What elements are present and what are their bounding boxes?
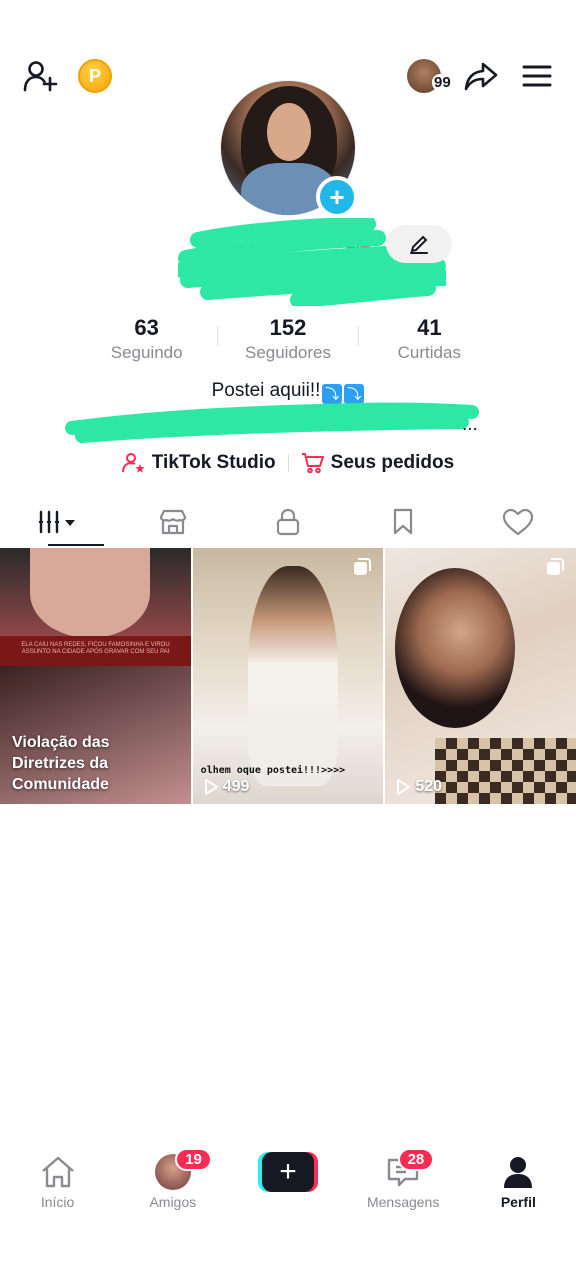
profile-stats: 63 Seguindo 152 Seguidores 41 Curtidas — [76, 314, 500, 368]
heart-icon — [503, 508, 534, 536]
nav-home[interactable]: Início — [0, 1140, 115, 1220]
create-button[interactable]: + — [258, 1152, 318, 1192]
lock-icon — [276, 508, 300, 536]
stat-following[interactable]: 63 Seguindo — [76, 314, 217, 368]
home-icon — [41, 1156, 74, 1188]
thumbnail-strip-text: ELA CAIU NAS REDES, FICOU FAMOSINHA E VI… — [0, 636, 191, 666]
active-tab-indicator — [48, 544, 104, 546]
following-count: 63 — [134, 315, 159, 340]
edit-profile-button[interactable] — [386, 225, 452, 263]
profile-links: TikTok Studio Seus pedidos — [0, 452, 576, 474]
bio-redaction — [65, 402, 479, 443]
tab-liked[interactable] — [461, 498, 576, 546]
plus-icon: + — [329, 182, 345, 212]
likes-label: Curtidas — [397, 343, 461, 362]
nav-inbox[interactable]: 28 Mensagens — [346, 1140, 461, 1220]
create-plus-icon: + — [262, 1152, 314, 1192]
inbox-badge: 28 — [397, 1148, 435, 1171]
coin-icon[interactable]: P — [78, 59, 112, 93]
nav-inbox-label: Mensagens — [366, 1194, 440, 1210]
view-count: 520 — [395, 778, 442, 796]
add-friend-icon[interactable] — [22, 58, 58, 94]
multi-photo-icon — [354, 558, 372, 575]
nav-home-label: Início — [40, 1194, 75, 1210]
stat-followers[interactable]: 152 Seguidores — [217, 314, 359, 368]
video-thumbnail[interactable]: 520 — [385, 548, 576, 804]
add-story-button[interactable]: + — [316, 176, 358, 218]
view-count: 499 — [203, 778, 250, 796]
view-count-value: 520 — [415, 778, 443, 795]
divider — [217, 326, 219, 346]
video-thumbnail[interactable]: olhem oque postei!!!>>>> 499 — [192, 548, 384, 804]
tab-private[interactable] — [230, 498, 345, 546]
likes-count: 41 — [417, 315, 442, 340]
play-icon — [397, 779, 411, 795]
video-grid: ELA CAIU NAS REDES, FICOU FAMOSINHA E VI… — [0, 548, 576, 804]
play-icon — [204, 779, 218, 795]
tab-videos[interactable] — [0, 498, 115, 546]
video-thumbnail[interactable]: ELA CAIU NAS REDES, FICOU FAMOSINHA E VI… — [0, 548, 191, 804]
profile-tabs — [0, 498, 576, 546]
tiktok-studio-link[interactable]: TikTok Studio — [121, 452, 276, 474]
view-count-value: 499 — [222, 778, 250, 795]
studio-icon — [121, 453, 145, 473]
stat-likes[interactable]: 41 Curtidas — [359, 314, 500, 368]
pencil-icon — [410, 235, 428, 254]
video-caption: olhem oque postei!!!>>>> — [200, 765, 346, 776]
share-icon[interactable] — [463, 58, 499, 94]
followers-count: 152 — [269, 315, 307, 340]
nav-profile-label: Perfil — [500, 1194, 536, 1210]
tab-shop[interactable] — [115, 498, 230, 546]
menu-icon[interactable] — [520, 60, 554, 92]
visitor-count: 99 — [432, 74, 453, 91]
followers-label: Seguidores — [244, 343, 331, 362]
friends-badge: 19 — [175, 1148, 212, 1171]
violation-label: Violação das Diretrizes da Comunidade — [12, 734, 110, 793]
profile-icon — [504, 1157, 533, 1188]
bottom-navigation: Início 19 Amigos 28 Mensagens Perfil + — [0, 1140, 576, 1220]
nav-profile[interactable]: Perfil — [461, 1140, 576, 1220]
videos-grid-icon — [38, 510, 75, 534]
cart-icon — [301, 453, 324, 474]
bio-ellipsis[interactable]: ... — [462, 414, 478, 436]
nav-friends[interactable]: 19 Amigos — [115, 1140, 230, 1220]
orders-link[interactable]: Seus pedidos — [301, 452, 455, 474]
following-label: Seguindo — [110, 343, 183, 362]
coin-letter: P — [88, 65, 101, 86]
multi-photo-icon — [547, 558, 565, 575]
divider — [287, 454, 289, 472]
bookmark-icon — [394, 508, 413, 535]
tab-saved[interactable] — [346, 498, 461, 546]
studio-label: TikTok Studio — [151, 452, 276, 473]
shop-icon — [159, 509, 186, 535]
nav-friends-label: Amigos — [149, 1194, 197, 1210]
orders-label: Seus pedidos — [330, 452, 455, 473]
